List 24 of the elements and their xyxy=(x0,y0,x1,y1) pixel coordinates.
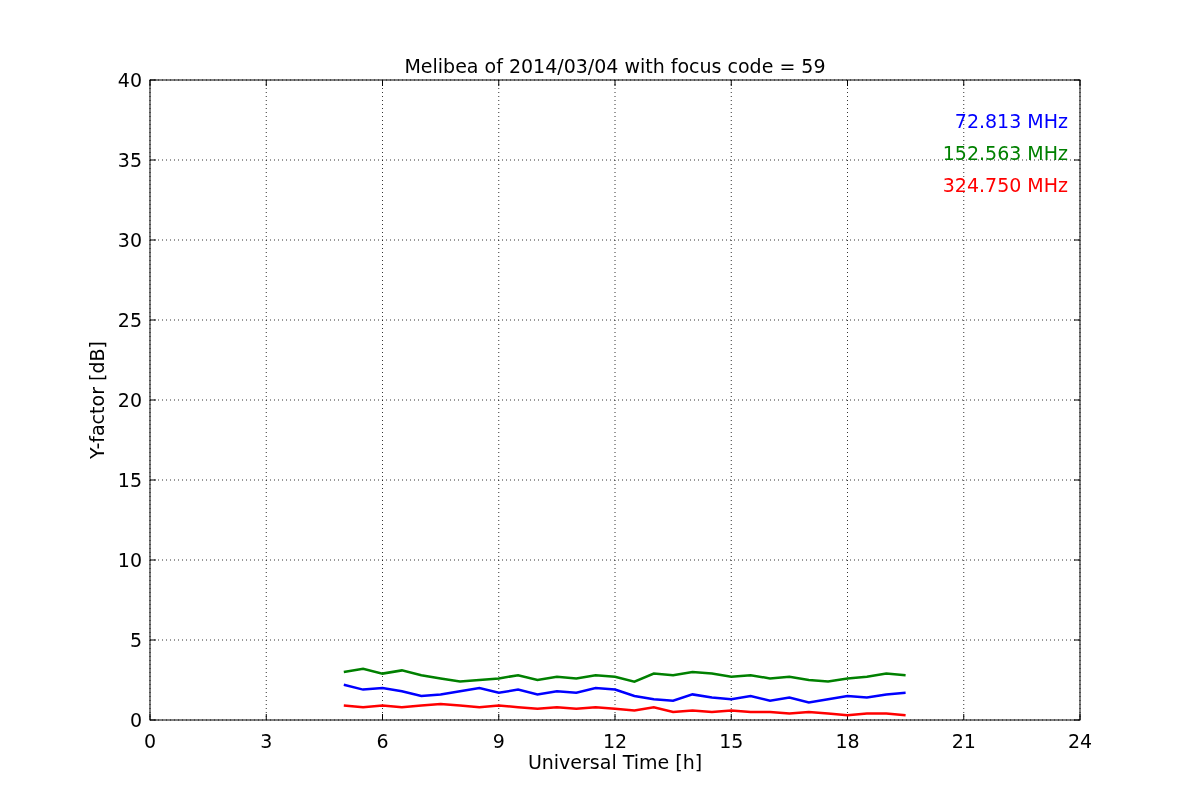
tick-label: 0 xyxy=(129,709,142,731)
axis-label: Universal Time [h] xyxy=(527,751,703,773)
legend-label: 152.563 MHz xyxy=(942,142,1068,164)
tick-label: 15 xyxy=(719,730,744,752)
tick-label: 24 xyxy=(1067,730,1093,752)
tick-label: 40 xyxy=(117,69,142,91)
tick-label: 5 xyxy=(129,629,142,651)
tick-label: 10 xyxy=(117,549,142,571)
tick-label: 35 xyxy=(117,149,142,171)
tick-label: 15 xyxy=(117,469,142,491)
legend-label: 72.813 MHz xyxy=(954,110,1068,132)
tick-label: 25 xyxy=(117,309,142,331)
axis-label: Y-factor [dB] xyxy=(86,341,108,459)
tick-label: 18 xyxy=(835,730,860,752)
tick-label: 9 xyxy=(492,730,505,752)
tick-label: 30 xyxy=(117,229,142,251)
tick-label: 0 xyxy=(143,730,157,752)
tick-label: 6 xyxy=(376,730,389,752)
tick-label: 3 xyxy=(260,730,273,752)
tick-label: 12 xyxy=(602,730,628,752)
tick-label: 21 xyxy=(951,730,976,752)
chart-title: Melibea of 2014/03/04 with focus code = 59 xyxy=(404,55,826,77)
legend-label: 324.750 MHz xyxy=(942,174,1068,196)
tick-label: 20 xyxy=(117,389,142,411)
